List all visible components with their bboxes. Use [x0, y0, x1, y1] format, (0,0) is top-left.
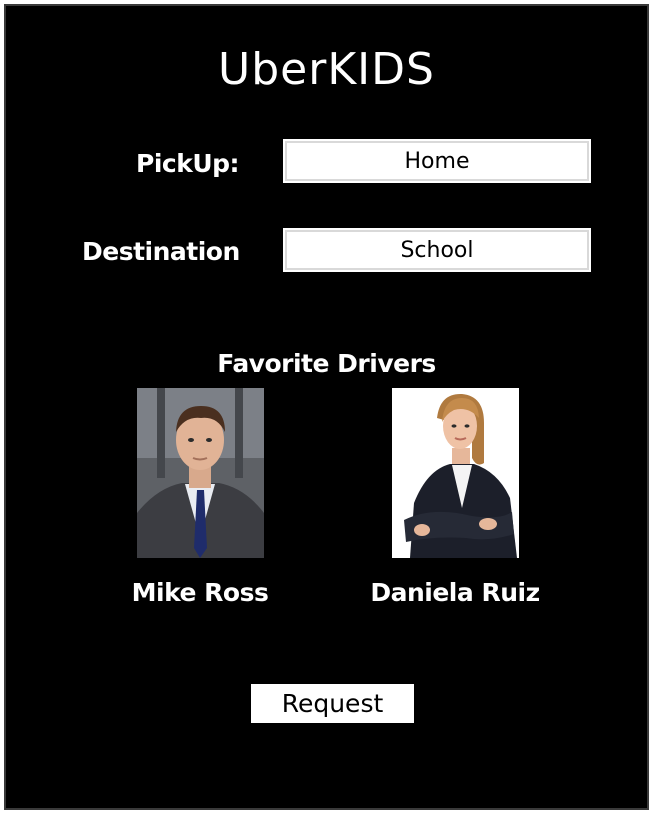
driver-name-mike-ross: Mike Ross — [131, 578, 269, 607]
destination-input[interactable] — [281, 226, 593, 274]
driver-card-daniela-ruiz[interactable]: Daniela Ruiz — [355, 388, 555, 607]
pickup-label: PickUp: — [136, 149, 240, 178]
pickup-input[interactable] — [281, 137, 593, 185]
app-frame: UberKIDS PickUp: Destination Favorite Dr… — [4, 4, 649, 810]
request-button[interactable]: Request — [251, 684, 414, 723]
destination-label: Destination — [82, 237, 240, 266]
driver-photo-daniela-ruiz — [391, 388, 519, 558]
driver-card-mike-ross[interactable]: Mike Ross — [100, 388, 300, 607]
driver-photo-mike-ross — [136, 388, 264, 558]
driver-name-daniela-ruiz: Daniela Ruiz — [370, 578, 540, 607]
app-title: UberKIDS — [218, 44, 435, 95]
favorite-drivers-title: Favorite Drivers — [217, 349, 436, 378]
